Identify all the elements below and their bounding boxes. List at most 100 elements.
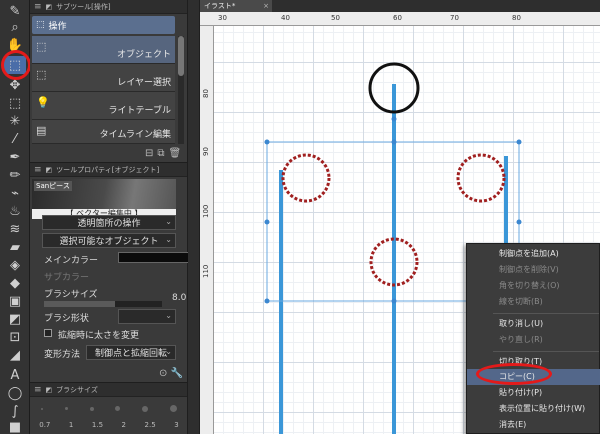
chevron-down-icon: ⌄: [165, 235, 172, 244]
subtool-item-light-table[interactable]: 💡 ライトテーブル: [32, 92, 175, 120]
context-menu: 制御点を追加(A) 制御点を削除(V) 角を切り替え(O) 線を切断(B) 取り…: [466, 243, 600, 434]
brush-shape-dropdown[interactable]: ⌄: [118, 309, 176, 324]
selection-handle[interactable]: [391, 298, 397, 304]
ruler-tick-label: 70: [450, 14, 459, 22]
reset-icon[interactable]: ⊙: [159, 368, 167, 379]
menu-item-redo[interactable]: やり直し(R): [467, 332, 600, 348]
chevron-down-icon: ⌄: [165, 217, 172, 226]
subtool-panel: ≡ ◩ サブツール[操作] ⬚ 操作 ⬚ オブジェクト ⬚ レイヤー選択 💡 ラ…: [30, 0, 188, 162]
dropdown-value: 制御点と拡縮回転: [94, 349, 167, 359]
transparent-op-dropdown[interactable]: 透明箇所の操作 ⌄: [42, 215, 176, 230]
scale-thickness-checkbox[interactable]: [44, 329, 52, 337]
panel-icon: ◩: [45, 165, 53, 174]
menu-item-delete-control-point[interactable]: 制御点を削除(V): [467, 262, 600, 278]
fill-icon[interactable]: ◆: [4, 274, 26, 292]
ruler-icon[interactable]: ◢: [4, 346, 26, 364]
transform-method-label: 変形方法: [44, 350, 81, 360]
subtool-scrollbar[interactable]: [178, 36, 184, 144]
selection-icon[interactable]: ⬚: [4, 94, 26, 112]
brush-size-panel: ≡ ◩ ブラシサイズ 0.7 1 1.5 2 2.5 3: [30, 382, 188, 434]
brush-size-value[interactable]: 8.0: [172, 293, 186, 303]
menu-item-paste[interactable]: 貼り付け(P): [467, 385, 600, 401]
airbrush-icon[interactable]: ♨: [4, 202, 26, 220]
menu-item-clear[interactable]: 消去(E): [467, 417, 600, 433]
transform-method-dropdown[interactable]: 制御点と拡縮回転 ⌄: [86, 345, 176, 360]
brush-preset-dot[interactable]: [64, 407, 68, 410]
menu-item-paste-in-place[interactable]: 表示位置に貼り付け(W): [467, 401, 600, 417]
menu-icon[interactable]: ≡: [34, 2, 42, 12]
text-icon[interactable]: A: [4, 366, 26, 384]
brush-icon[interactable]: ⌁: [4, 184, 26, 202]
menu-item-cut-line[interactable]: 線を切断(B): [467, 294, 600, 310]
sub-color-label: サブカラー: [44, 273, 90, 283]
light-table-icon: 💡: [36, 96, 50, 109]
blend-icon[interactable]: ◈: [4, 256, 26, 274]
subtool-item-label: レイヤー選択: [117, 78, 171, 88]
pencil-icon[interactable]: ✏: [4, 166, 26, 184]
brush-size-preset-value[interactable]: 3: [174, 421, 178, 429]
brush-size-preset-value[interactable]: 2: [122, 421, 126, 429]
brush-shape-label: ブラシ形状: [44, 314, 89, 324]
brush-size-preset-value[interactable]: 1: [69, 421, 73, 429]
frame-border-icon[interactable]: ⊡: [4, 328, 26, 346]
ruler-tick-label: 80: [512, 14, 521, 22]
color-swatch-icon[interactable]: ■: [4, 418, 26, 434]
selected-circle-left[interactable]: [281, 153, 331, 203]
auto-select-icon[interactable]: ✳: [4, 112, 26, 130]
selection-handle[interactable]: [391, 139, 397, 145]
wrench-icon[interactable]: 🔧: [171, 368, 183, 379]
figure-icon[interactable]: ◩: [4, 310, 26, 328]
subtool-settings-icon[interactable]: ⊟: [145, 148, 153, 159]
selection-handle[interactable]: [264, 219, 270, 225]
brush-size-presets: [30, 405, 188, 412]
eyedropper-icon[interactable]: ⁄: [4, 130, 26, 148]
control-point[interactable]: [279, 220, 283, 224]
subtool-item-layer-select[interactable]: ⬚ レイヤー選択: [32, 64, 175, 92]
decoration-icon[interactable]: ≋: [4, 220, 26, 238]
menu-icon[interactable]: ≡: [34, 385, 42, 395]
slider-fill: [44, 301, 115, 307]
subtool-item-object[interactable]: ⬚ オブジェクト: [32, 36, 175, 64]
eraser-icon[interactable]: ▰: [4, 238, 26, 256]
scale-thickness-label: 拡縮時に太さを変更: [58, 331, 140, 341]
selection-handle[interactable]: [516, 139, 522, 145]
balloon-icon[interactable]: ◯: [4, 384, 26, 402]
zoom-icon[interactable]: ⌕: [4, 18, 26, 36]
brush-preset-dot[interactable]: [115, 406, 121, 411]
subtool-group-tab[interactable]: ⬚ 操作: [32, 16, 175, 34]
delete-subtool-icon[interactable]: 🗑: [169, 148, 182, 159]
menu-item-add-control-point[interactable]: 制御点を追加(A): [467, 246, 600, 262]
selection-handle[interactable]: [264, 298, 270, 304]
panel-divider-strip[interactable]: [188, 0, 200, 434]
selectable-object-dropdown[interactable]: 選択可能なオブジェクト ⌄: [42, 233, 176, 248]
pen-icon[interactable]: ✒: [4, 148, 26, 166]
brush-preset-dot[interactable]: [170, 405, 178, 412]
control-point[interactable]: [392, 167, 396, 171]
subtool-item-timeline[interactable]: ▤ タイムライン編集: [32, 120, 175, 144]
brush-preset-dot[interactable]: [89, 406, 94, 411]
gradient-icon[interactable]: ▣: [4, 292, 26, 310]
brush-size-slider[interactable]: [44, 301, 162, 307]
control-point[interactable]: [392, 220, 396, 224]
selection-handle[interactable]: [516, 219, 522, 225]
ruler-top: 30 40 50 60 70 80: [200, 12, 600, 26]
duplicate-subtool-icon[interactable]: ⧉: [157, 148, 164, 159]
brush-preview: Sanピース: [32, 179, 176, 209]
brush-size-preset-value[interactable]: 0.7: [39, 421, 50, 429]
menu-item-toggle-corner[interactable]: 角を切り替え(O): [467, 278, 600, 294]
brush-preset-dot[interactable]: [142, 405, 149, 412]
close-tab-icon[interactable]: ×: [263, 0, 269, 12]
menu-icon[interactable]: ≡: [34, 165, 42, 175]
subtool-footer: ⊟ ⧉ 🗑: [145, 148, 181, 159]
brush-size-preset-value[interactable]: 2.5: [145, 421, 156, 429]
ruler-tick-label: 40: [281, 14, 290, 22]
canvas-tab[interactable]: イラスト* ×: [200, 0, 272, 12]
selected-circle-right[interactable]: [456, 153, 506, 203]
rotation-handle[interactable]: [391, 116, 397, 122]
brush-preset-dot[interactable]: [40, 407, 43, 410]
scrollbar-thumb[interactable]: [178, 36, 184, 76]
brush-size-preset-value[interactable]: 1.5: [92, 421, 103, 429]
selection-handle[interactable]: [264, 139, 270, 145]
menu-item-undo[interactable]: 取り消し(U): [467, 316, 600, 332]
object-select-icon: ⬚: [36, 40, 47, 53]
